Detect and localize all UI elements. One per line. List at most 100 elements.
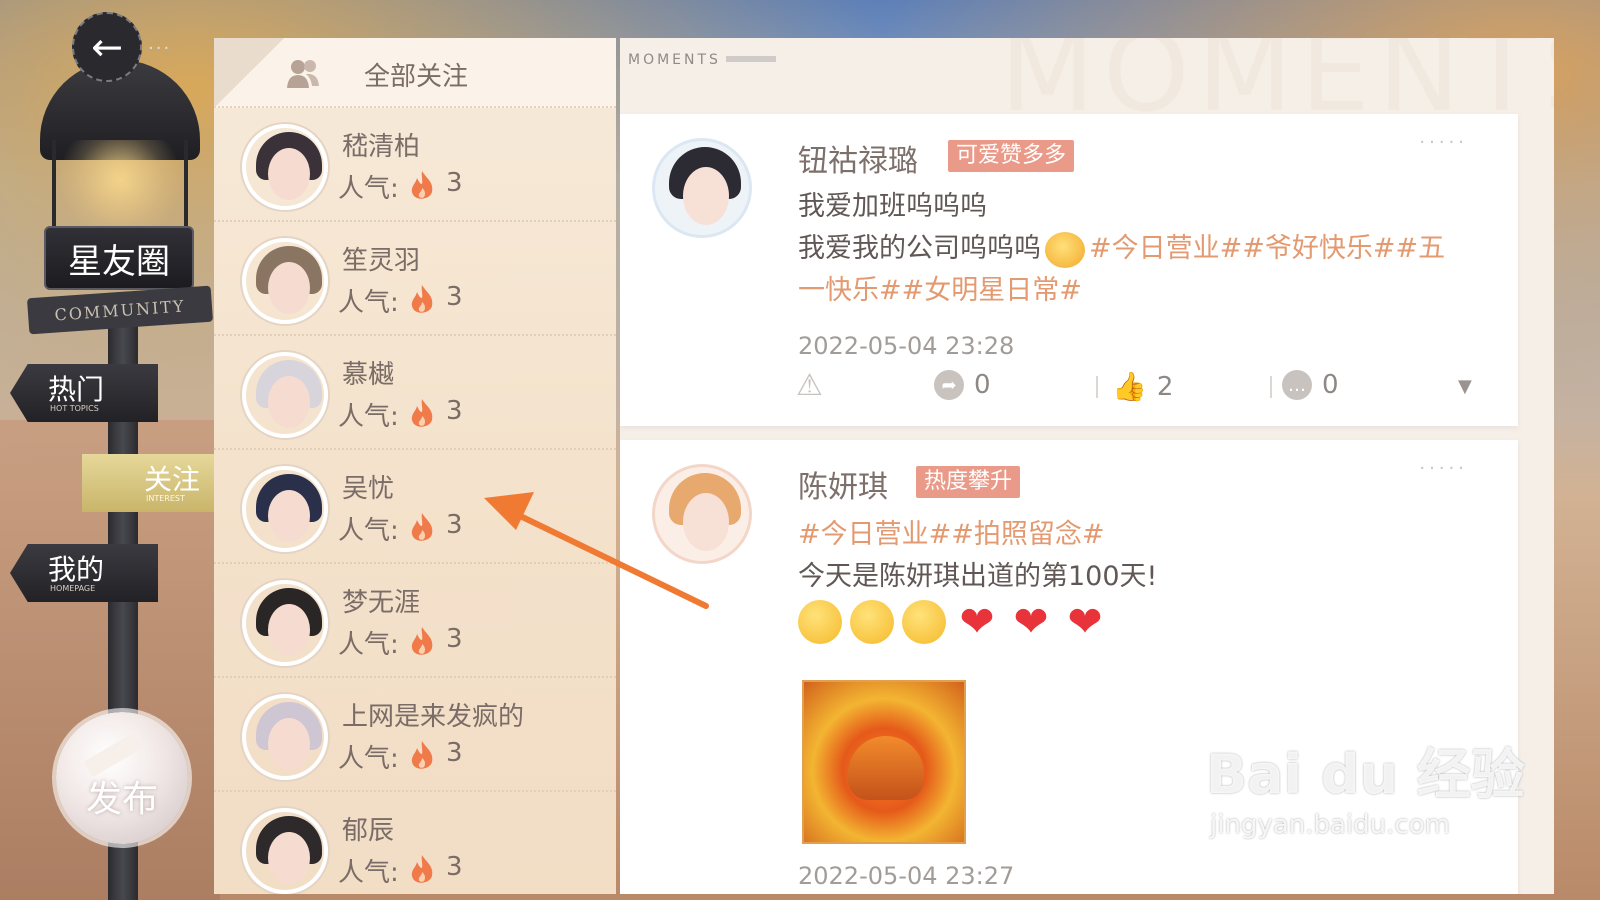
action-divider xyxy=(1096,376,1098,398)
post-hashtags[interactable]: 一快乐##女明星日常# xyxy=(798,270,1082,312)
tiger-image xyxy=(848,736,924,800)
post-hashtags[interactable]: #今日营业##爷好快乐##五 xyxy=(1089,233,1445,264)
following-user-row[interactable]: 笙灵羽 人气: 3 xyxy=(214,224,616,336)
popularity-count: 3 xyxy=(446,738,463,768)
avatar-face xyxy=(268,604,310,656)
user-avatar[interactable] xyxy=(242,124,328,210)
like-button[interactable]: 👍 2 xyxy=(1112,370,1173,403)
popularity-label: 人气: xyxy=(338,402,399,432)
publish-label: 发布 xyxy=(85,779,158,820)
user-avatar[interactable] xyxy=(242,466,328,552)
user-avatar[interactable] xyxy=(242,694,328,780)
baidu-watermark-url: jingyan.baidu.com xyxy=(1210,810,1450,840)
user-name[interactable]: 慕樾 xyxy=(342,354,394,391)
post-author-name[interactable]: 钮祜禄璐 xyxy=(798,136,918,180)
user-avatar[interactable] xyxy=(242,352,328,438)
back-button[interactable]: ← xyxy=(72,12,142,82)
popularity-count: 3 xyxy=(446,282,463,312)
expand-caret-icon[interactable]: ▼ xyxy=(1458,376,1472,397)
user-name[interactable]: 嵇清柏 xyxy=(342,126,420,163)
blush-emoji-icon xyxy=(798,600,842,644)
repost-count: 0 xyxy=(974,370,991,400)
user-name[interactable]: 笙灵羽 xyxy=(342,240,420,277)
blush-emoji-icon xyxy=(902,600,946,644)
avatar-face xyxy=(268,262,310,314)
comment-button[interactable]: … 0 xyxy=(1282,370,1339,400)
more-icon: ··· xyxy=(148,38,172,59)
user-name[interactable]: 吴忧 xyxy=(342,468,394,505)
nav-home-sublabel: HOMEPAGE xyxy=(50,584,96,593)
user-avatar[interactable] xyxy=(242,580,328,666)
following-user-row[interactable]: 吴忧 人气: 3 xyxy=(214,452,616,564)
popularity-label: 人气: xyxy=(338,630,399,660)
emoji-row: ❤ ❤ ❤ xyxy=(798,600,1108,644)
following-user-row[interactable]: 慕樾人气: 3 xyxy=(214,338,616,450)
post-badge: 热度攀升 xyxy=(916,466,1021,498)
comment-icon: … xyxy=(1282,370,1312,400)
popularity-count: 3 xyxy=(446,396,463,426)
post-image[interactable] xyxy=(802,680,966,844)
panel-fold-corner xyxy=(214,38,284,108)
post-hashtags[interactable]: #今日营业##拍照留念# xyxy=(798,514,1105,556)
post-more-icon[interactable]: ····· xyxy=(1419,132,1468,153)
people-icon xyxy=(287,60,319,88)
post-author-avatar[interactable] xyxy=(652,138,752,238)
post-card[interactable]: 钮祜禄璐 可爱赞多多 ····· 我爱加班呜呜呜 我爱我的公司呜呜呜 #今日营业#… xyxy=(620,114,1518,426)
avatar-face xyxy=(268,490,310,542)
action-divider xyxy=(1270,376,1272,398)
fire-icon xyxy=(411,513,433,541)
baidu-watermark: Bai du 经验 xyxy=(1206,743,1525,806)
like-count: 2 xyxy=(1156,371,1174,402)
fire-icon xyxy=(411,399,433,427)
following-user-row[interactable]: 嵇清柏 人气: 3 xyxy=(214,110,616,222)
app-title: 星友圈 xyxy=(44,226,194,290)
popularity-label: 人气: xyxy=(338,858,399,888)
user-avatar[interactable] xyxy=(242,238,328,324)
following-user-row[interactable]: 上网是来发疯的人气: 3 xyxy=(214,680,616,792)
report-button[interactable]: ⚠ xyxy=(796,368,823,403)
nav-hot-topics[interactable]: 热门 HOT TOPICS xyxy=(10,364,158,422)
fire-icon xyxy=(411,741,433,769)
fire-icon xyxy=(411,627,433,655)
crying-emoji-icon xyxy=(1045,231,1085,268)
repost-button[interactable]: ➦ 0 xyxy=(934,370,991,400)
post-author-name[interactable]: 陈妍琪 xyxy=(798,462,888,506)
user-name[interactable]: 梦无涯 xyxy=(342,582,420,619)
user-avatar[interactable] xyxy=(242,808,328,894)
nav-homepage[interactable]: 我的 HOMEPAGE xyxy=(10,544,158,602)
following-title: 全部关注 xyxy=(364,62,469,92)
post-text-plain: 我爱我的公司呜呜呜 xyxy=(798,233,1041,264)
comment-count: 0 xyxy=(1322,370,1339,400)
nav-interest-sublabel: INTEREST xyxy=(146,494,185,503)
post-author-avatar[interactable] xyxy=(652,464,752,564)
popularity-label: 人气: xyxy=(338,174,399,204)
nav-interest-label: 关注 xyxy=(144,463,201,496)
moments-tag-bar xyxy=(726,56,776,62)
following-user-row[interactable]: 梦无涯人气: 3 xyxy=(214,566,616,678)
avatar-face xyxy=(683,493,729,551)
post-timestamp: 2022-05-04 23:27 xyxy=(798,862,1015,890)
popularity-count: 3 xyxy=(446,510,463,540)
fire-icon xyxy=(411,171,433,199)
user-name[interactable]: 上网是来发疯的 xyxy=(342,696,524,733)
popularity-count: 3 xyxy=(446,624,463,654)
avatar-face xyxy=(268,718,310,770)
post-text-line: 我爱加班呜呜呜 xyxy=(798,191,987,222)
share-icon: ➦ xyxy=(934,370,964,400)
publish-button[interactable]: 发布 xyxy=(56,712,188,844)
following-header[interactable]: 全部关注 xyxy=(214,38,616,108)
post-text-line: 我爱我的公司呜呜呜 #今日营业##爷好快乐##五 xyxy=(798,228,1445,270)
following-user-row[interactable]: 郁辰人气: 3 xyxy=(214,794,616,894)
nav-hot-label: 热门 xyxy=(48,373,105,406)
popularity-count: 3 xyxy=(446,852,463,882)
popularity-label: 人气: xyxy=(338,744,399,774)
post-more-icon[interactable]: ····· xyxy=(1419,458,1468,479)
fire-icon xyxy=(411,285,433,313)
post-timestamp: 2022-05-04 23:28 xyxy=(798,332,1015,360)
following-panel: 全部关注 嵇清柏 人气: 3 笙灵羽 人气: 3 慕樾 人气: 3 吴忧 人气: 3 梦无涯 人气: 3 上网… xyxy=(214,38,616,894)
avatar-face xyxy=(268,148,310,200)
thumbs-up-icon: 👍 xyxy=(1112,370,1147,403)
avatar-face xyxy=(268,832,310,884)
user-name[interactable]: 郁辰 xyxy=(342,810,394,847)
nav-hot-sublabel: HOT TOPICS xyxy=(50,404,99,413)
